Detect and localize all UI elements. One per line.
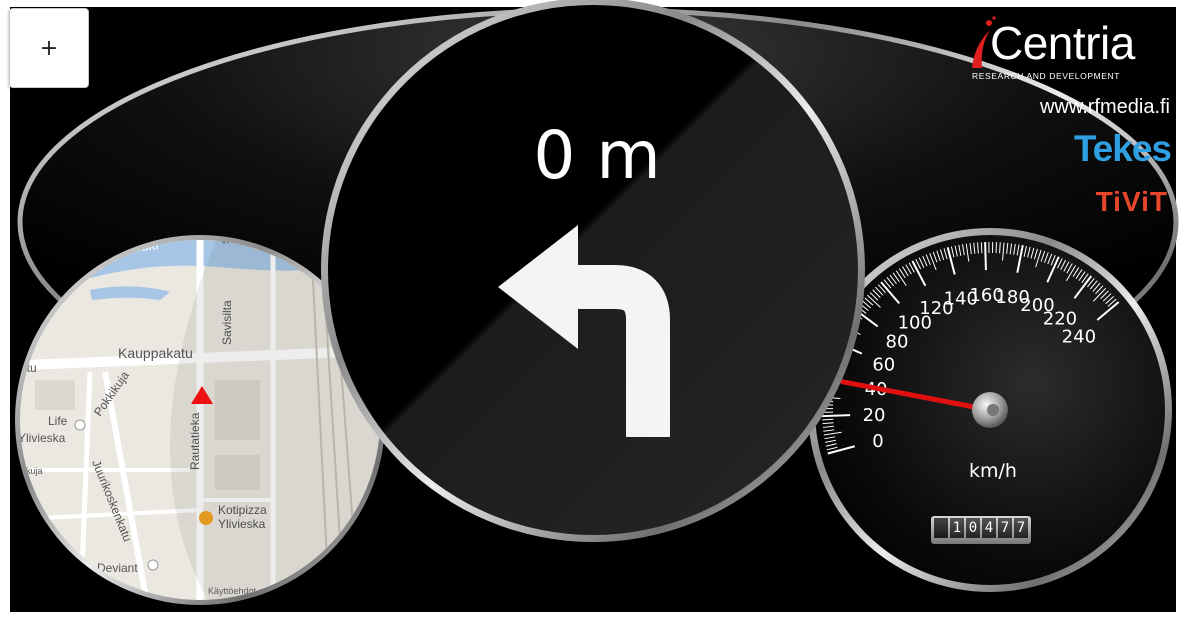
odometer-digit: 4	[982, 518, 996, 538]
speed-tick	[822, 419, 833, 420]
odometer-digit: 7	[1014, 518, 1028, 538]
speed-tick-label: 240	[1062, 326, 1096, 347]
map-label-kuja: kuja	[26, 466, 43, 476]
odometer-digit: 1	[950, 518, 964, 538]
navigation-panel: 0 m	[321, 0, 865, 542]
speed-tick-label: 0	[872, 431, 883, 452]
speed-unit-label: km/h	[969, 460, 1017, 482]
centria-title: Centria	[990, 16, 1135, 70]
speed-tick-label: 20	[863, 405, 886, 426]
tivit-logo: TiViT	[1096, 186, 1168, 218]
speed-tick-label: 60	[872, 354, 895, 375]
odometer-digit: 0	[966, 518, 980, 538]
tekes-logo: Tekes	[1074, 128, 1171, 170]
needle-hub-center	[987, 404, 999, 416]
map-label-life: Life	[48, 414, 68, 428]
centria-subtitle: RESEARCH AND DEVELOPMENT	[972, 71, 1120, 81]
map-label-life-ylivieska: Ylivieska	[18, 431, 66, 445]
centria-logo: Centria RESEARCH AND DEVELOPMENT	[966, 16, 1171, 86]
odometer-digit	[934, 518, 948, 538]
map-poi-deviant-icon	[148, 560, 158, 570]
speed-tick	[1000, 242, 1001, 253]
zoom-in-button[interactable]: +	[9, 8, 89, 88]
distance-to-turn: 0 m	[533, 117, 660, 194]
dashboard: rinkoski Kauppakatu Savisilta Pokkikuja …	[0, 0, 1186, 621]
odometer-digit: 7	[998, 518, 1012, 538]
odometer: 10477	[931, 516, 1031, 544]
speed-tick-label: 80	[886, 332, 909, 353]
speed-tick	[981, 242, 982, 253]
speed-tick	[822, 415, 850, 416]
map-poi-life-icon	[75, 420, 85, 430]
speed-tick	[985, 242, 986, 270]
map-block	[35, 380, 75, 410]
website-link[interactable]: www.rfmedia.fi	[1040, 96, 1170, 119]
